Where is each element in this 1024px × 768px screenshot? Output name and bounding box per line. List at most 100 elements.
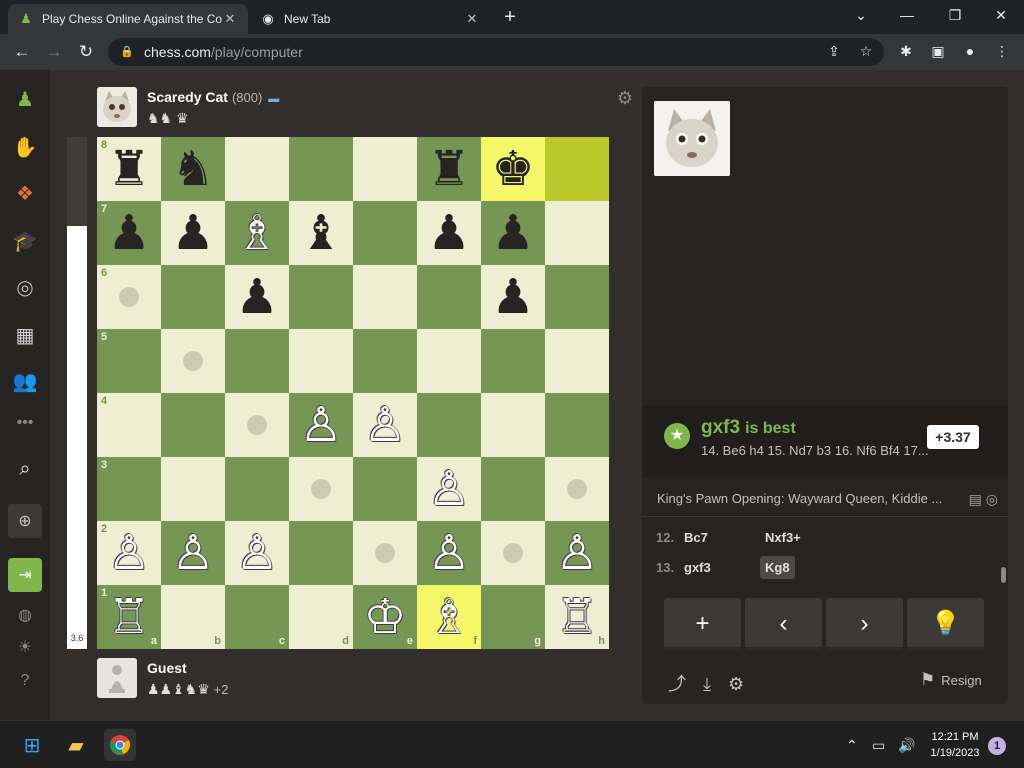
- white-move[interactable]: Bc7: [684, 530, 708, 545]
- white-move[interactable]: gxf3: [684, 560, 711, 575]
- move-hint-dot[interactable]: [247, 415, 267, 435]
- black-move[interactable]: Nxf3+: [760, 526, 806, 549]
- square-f5[interactable]: [417, 329, 481, 393]
- previous-move-button[interactable]: ‹: [745, 598, 822, 650]
- piece-f3[interactable]: ♙: [417, 457, 481, 521]
- side-panel-icon[interactable]: ▣: [928, 41, 948, 61]
- black-move-current[interactable]: Kg8: [760, 556, 795, 579]
- square-d2[interactable]: [289, 521, 353, 585]
- add-user-icon[interactable]: ⊕: [8, 504, 42, 538]
- new-tab-button[interactable]: +: [498, 6, 522, 30]
- piece-f8[interactable]: ♜: [417, 137, 481, 201]
- reload-button[interactable]: ↻: [74, 40, 98, 64]
- piece-e4[interactable]: ♙: [353, 393, 417, 457]
- volume-icon[interactable]: 🔊: [898, 737, 915, 754]
- settings-icon[interactable]: ⚙: [728, 674, 744, 694]
- add-move-button[interactable]: +: [664, 598, 741, 650]
- social-icon[interactable]: 👥: [8, 364, 42, 398]
- square-g3[interactable]: [481, 457, 545, 521]
- piece-c6[interactable]: ♟: [225, 265, 289, 329]
- piece-h1[interactable]: ♖: [545, 585, 609, 649]
- square-f6[interactable]: [417, 265, 481, 329]
- menu-icon[interactable]: ⋮: [992, 41, 1012, 61]
- play-icon[interactable]: ✋: [8, 130, 42, 164]
- square-e8[interactable]: [353, 137, 417, 201]
- square-h4[interactable]: [545, 393, 609, 457]
- square-g1[interactable]: g: [481, 585, 545, 649]
- close-window-button[interactable]: ✕: [978, 4, 1024, 28]
- piece-b7[interactable]: ♟: [161, 201, 225, 265]
- opponent-name[interactable]: Scaredy Cat: [147, 89, 228, 105]
- piece-g6[interactable]: ♟: [481, 265, 545, 329]
- back-button[interactable]: ←: [10, 40, 34, 64]
- profile-icon[interactable]: ●: [960, 41, 980, 61]
- notification-badge[interactable]: 1: [988, 737, 1006, 755]
- learn-icon[interactable]: 🎓: [8, 224, 42, 258]
- bookmark-star-icon[interactable]: ☆: [856, 41, 876, 61]
- player-avatar[interactable]: [97, 658, 137, 698]
- settings-gear-icon[interactable]: ⚙: [615, 88, 635, 108]
- chrome-taskbar-icon[interactable]: [104, 729, 136, 761]
- square-c3[interactable]: [225, 457, 289, 521]
- chevron-up-icon[interactable]: ⌃: [846, 737, 858, 754]
- square-g4[interactable]: [481, 393, 545, 457]
- share-icon[interactable]: ⤴: [668, 674, 686, 694]
- move-hint-dot[interactable]: [375, 543, 395, 563]
- piece-f2[interactable]: ♙: [417, 521, 481, 585]
- search-icon[interactable]: ⌕: [8, 452, 42, 486]
- square-d1[interactable]: d: [289, 585, 353, 649]
- piece-a7[interactable]: ♟: [97, 201, 161, 265]
- theme-icon[interactable]: ☀: [8, 630, 42, 664]
- more-icon[interactable]: •••: [8, 406, 42, 440]
- opponent-avatar[interactable]: [97, 87, 137, 127]
- extensions-icon[interactable]: ✱: [896, 41, 916, 61]
- piece-f1[interactable]: ♗: [417, 585, 481, 649]
- square-c5[interactable]: [225, 329, 289, 393]
- chess-logo-icon[interactable]: ♟: [8, 82, 42, 116]
- explorer-icon[interactable]: ◎: [986, 491, 998, 507]
- address-bar[interactable]: 🔒 chess.com/play/computer: [108, 38, 884, 66]
- piece-e1[interactable]: ♔: [353, 585, 417, 649]
- piece-b2[interactable]: ♙: [161, 521, 225, 585]
- watch-icon[interactable]: ◎: [8, 270, 42, 304]
- move-hint-dot[interactable]: [119, 287, 139, 307]
- next-move-button[interactable]: ›: [826, 598, 903, 650]
- share-icon[interactable]: ⇪: [824, 41, 844, 61]
- square-h5[interactable]: [545, 329, 609, 393]
- close-icon[interactable]: ✕: [464, 11, 480, 27]
- square-c1[interactable]: c: [225, 585, 289, 649]
- square-b4[interactable]: [161, 393, 225, 457]
- tab-search-icon[interactable]: ⌄: [838, 4, 884, 28]
- square-a4[interactable]: 4: [97, 393, 161, 457]
- hint-button[interactable]: 💡: [907, 598, 984, 650]
- piece-a8[interactable]: ♜: [97, 137, 161, 201]
- square-b1[interactable]: b: [161, 585, 225, 649]
- file-explorer-icon[interactable]: ▰: [60, 729, 92, 761]
- piece-g7[interactable]: ♟: [481, 201, 545, 265]
- resign-button[interactable]: ⚑ Resign: [920, 670, 982, 690]
- square-a5[interactable]: 5: [97, 329, 161, 393]
- news-icon[interactable]: ▦: [8, 318, 42, 352]
- square-f4[interactable]: [417, 393, 481, 457]
- square-e3[interactable]: [353, 457, 417, 521]
- square-c8[interactable]: [225, 137, 289, 201]
- piece-g8[interactable]: ♚: [481, 137, 545, 201]
- close-icon[interactable]: ✕: [222, 11, 238, 27]
- download-icon[interactable]: ⤓: [703, 674, 711, 694]
- square-b3[interactable]: [161, 457, 225, 521]
- login-icon[interactable]: ⇥: [8, 558, 42, 592]
- chess-board[interactable]: 8 7 6 5 4 3 2 1 a b c d e f g h ♜ ♞ ♜ ♚ ♟ ♟ ♗ ♝ ♟ ♟ ♟ ♟ ♙ ♙ ♙ ♙ ♙ ♙ ♙ ♙ ♖ ♔ ♗ ♖: [97, 137, 609, 649]
- forward-button[interactable]: →: [42, 40, 66, 64]
- piece-b8[interactable]: ♞: [161, 137, 225, 201]
- piece-h2[interactable]: ♙: [545, 521, 609, 585]
- player-name[interactable]: Guest: [147, 660, 187, 676]
- move-hint-dot[interactable]: [503, 543, 523, 563]
- square-d6[interactable]: [289, 265, 353, 329]
- square-e5[interactable]: [353, 329, 417, 393]
- square-a3[interactable]: 3: [97, 457, 161, 521]
- tab-new-tab[interactable]: ◉ New Tab ✕: [250, 4, 490, 34]
- piece-f7[interactable]: ♟: [417, 201, 481, 265]
- piece-d7[interactable]: ♝: [289, 201, 353, 265]
- square-g5[interactable]: [481, 329, 545, 393]
- square-h6[interactable]: [545, 265, 609, 329]
